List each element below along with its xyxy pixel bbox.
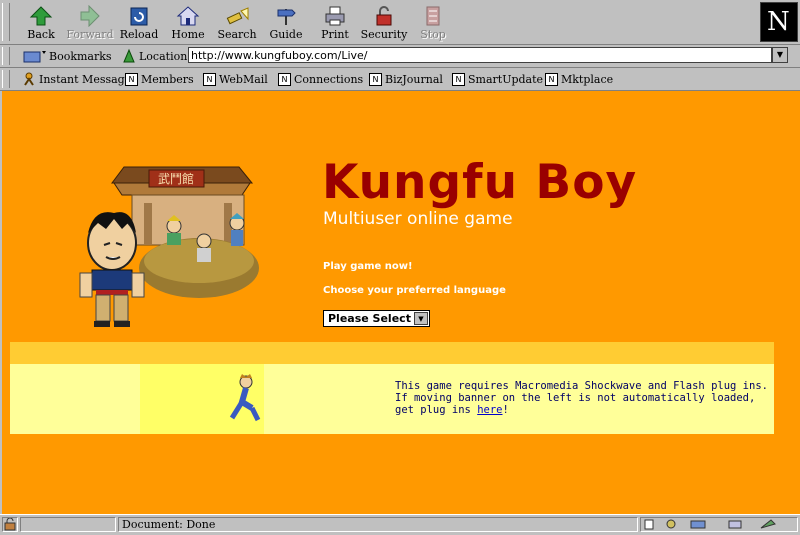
location-label: Location: xyxy=(122,47,191,65)
language-select[interactable]: Please Select ▼ xyxy=(323,310,430,327)
security-label: Security xyxy=(360,28,408,41)
home-icon xyxy=(176,6,200,26)
status-bar: Document: Done xyxy=(0,514,800,535)
bizjournal-label: BizJournal xyxy=(385,72,443,86)
stop-label: Stop xyxy=(420,28,446,41)
navigator-icon xyxy=(644,519,654,530)
choose-language-label: Choose your preferred language xyxy=(323,285,506,296)
plugin-banner: This game requires Macromedia Shockwave … xyxy=(10,364,774,434)
personal-grip[interactable] xyxy=(2,70,10,88)
messenger-icon xyxy=(690,520,706,529)
padlock-icon xyxy=(376,6,392,26)
kungfu-boy-illustration: 武鬥館 xyxy=(79,166,259,327)
instant-message-button[interactable]: Instant Message xyxy=(22,71,131,87)
guide-label: Guide xyxy=(269,28,303,41)
back-arrow-icon xyxy=(29,6,53,26)
composer-icon xyxy=(728,520,742,529)
page-proxy-icon[interactable] xyxy=(122,48,136,64)
bookmark-page-icon: N xyxy=(278,72,291,86)
search-label: Search xyxy=(217,28,257,41)
forward-button[interactable]: Forward xyxy=(66,3,114,43)
print-button[interactable]: Print xyxy=(311,3,359,43)
forward-label: Forward xyxy=(66,28,114,41)
printer-icon xyxy=(325,6,345,26)
chevron-down-icon: ▼ xyxy=(776,50,784,59)
toolbar-grip[interactable] xyxy=(2,3,10,41)
bookmark-page-icon: N xyxy=(369,72,382,86)
plugin-here-link[interactable]: here xyxy=(477,404,502,416)
navigation-toolbar: Back Forward Reload Home Search Guide Pr… xyxy=(0,0,800,45)
personal-toolbar: Instant Message N Members N WebMail N Co… xyxy=(0,68,800,91)
smartupdate-link[interactable]: N SmartUpdate xyxy=(452,71,543,87)
home-label: Home xyxy=(171,28,205,41)
webmail-label: WebMail xyxy=(219,72,268,86)
netcaster-icon xyxy=(760,519,776,529)
location-toolbar: Bookmarks Location: http://www.kungfuboy… xyxy=(0,45,800,68)
members-label: Members xyxy=(141,72,194,86)
bookmark-page-icon: N xyxy=(452,72,465,86)
page-content: 武鬥館 Kungfu Boy Multiuser online game Pla… xyxy=(2,91,800,514)
guide-button[interactable]: Guide xyxy=(262,3,310,43)
mktplace-link[interactable]: N Mktplace xyxy=(545,71,613,87)
bookmark-page-icon: N xyxy=(203,72,216,86)
back-label: Back xyxy=(27,28,55,41)
netscape-n-icon: N xyxy=(767,7,790,37)
lock-status-icon xyxy=(4,517,16,531)
bookmarks-label: Bookmarks xyxy=(49,49,112,63)
security-button[interactable]: Security xyxy=(360,3,408,43)
url-dropdown-button[interactable]: ▼ xyxy=(772,47,788,63)
instant-message-icon xyxy=(24,72,34,86)
stop-button[interactable]: Stop xyxy=(409,3,457,43)
reload-button[interactable]: Reload xyxy=(115,3,163,43)
progress-meter xyxy=(20,517,116,532)
flash-banner-area[interactable] xyxy=(140,364,264,434)
plugin-notice-line1: This game requires Macromedia Shockwave … xyxy=(395,380,768,392)
reload-label: Reload xyxy=(119,28,159,41)
location-label-text: Location: xyxy=(139,49,191,63)
bookmark-page-icon: N xyxy=(125,72,138,86)
forward-arrow-icon xyxy=(80,5,100,27)
instant-message-label: Instant Message xyxy=(39,72,132,86)
bizjournal-link[interactable]: N BizJournal xyxy=(369,71,443,87)
play-game-link[interactable]: Play game now! xyxy=(323,261,413,272)
connections-label: Connections xyxy=(294,72,364,86)
home-button[interactable]: Home xyxy=(164,3,212,43)
kicking-fighter-icon xyxy=(229,374,261,422)
search-flashlight-icon xyxy=(226,7,249,25)
back-button[interactable]: Back xyxy=(17,3,65,43)
stop-icon xyxy=(426,6,440,26)
component-bar xyxy=(640,517,798,532)
webmail-link[interactable]: N WebMail xyxy=(203,71,268,87)
search-button[interactable]: Search xyxy=(213,3,261,43)
mail-icon xyxy=(666,519,676,529)
status-text: Document: Done xyxy=(118,517,638,532)
page-subtitle: Multiuser online game xyxy=(323,209,513,229)
mktplace-label: Mktplace xyxy=(561,72,614,86)
url-input[interactable]: http://www.kungfuboy.com/Live/ xyxy=(188,47,772,63)
bookmarks-icon xyxy=(23,51,46,63)
temple-sign-text: 武鬥館 xyxy=(158,171,194,186)
plugin-notice-line2: If moving banner on the left is not auto… xyxy=(395,392,756,416)
guide-signpost-icon xyxy=(277,9,296,25)
print-label: Print xyxy=(321,28,349,41)
plugin-notice-end: ! xyxy=(502,404,509,416)
connections-link[interactable]: N Connections xyxy=(278,71,363,87)
members-link[interactable]: N Members xyxy=(125,71,194,87)
bookmark-page-icon: N xyxy=(545,72,558,86)
location-grip[interactable] xyxy=(2,47,10,65)
chevron-down-icon: ▼ xyxy=(414,312,428,325)
component-icons xyxy=(644,519,776,530)
netscape-logo-throbber[interactable]: N xyxy=(760,2,798,42)
page-title: Kungfu Boy xyxy=(322,155,638,210)
plugin-notice: This game requires Macromedia Shockwave … xyxy=(395,380,770,416)
language-select-value: Please Select xyxy=(328,312,411,325)
banner-top-strip xyxy=(10,342,774,364)
reload-icon xyxy=(130,7,148,26)
security-status[interactable] xyxy=(2,517,18,532)
smartupdate-label: SmartUpdate xyxy=(468,72,544,86)
bookmarks-button[interactable]: Bookmarks xyxy=(22,47,112,65)
